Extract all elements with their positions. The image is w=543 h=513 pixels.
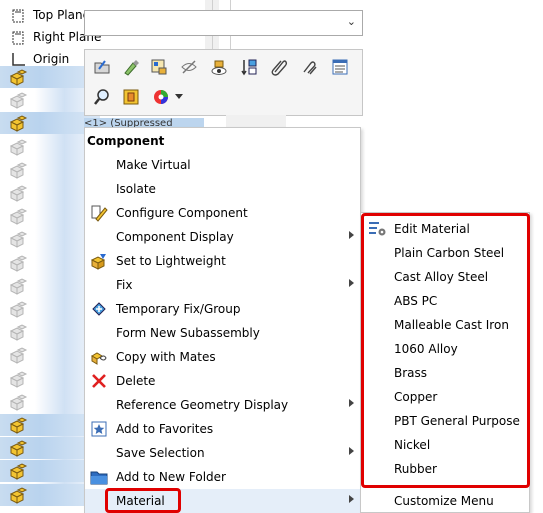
appearance-icon[interactable] — [149, 85, 173, 109]
part-icon — [9, 255, 28, 272]
context-toolbar — [84, 49, 363, 116]
part-icon — [9, 487, 28, 504]
submenu-highlight-box — [361, 213, 530, 488]
configure-component-icon — [90, 204, 108, 222]
part-icon — [9, 92, 28, 109]
menu-item-add-to-new-folder[interactable]: Add to New Folder — [85, 465, 360, 489]
menu-item-save-selection[interactable]: Save Selection — [85, 441, 360, 465]
favorites-icon — [90, 420, 108, 438]
menu-item-make-virtual[interactable]: Make Virtual — [85, 153, 360, 177]
menu-item-label: Set to Lightweight — [116, 254, 226, 268]
part-icon — [9, 440, 28, 457]
tree-item-label: Top Plane — [33, 8, 90, 22]
menu-item-form-new-subassembly[interactable]: Form New Subassembly — [85, 321, 360, 345]
menu-item-label: Isolate — [116, 182, 156, 196]
part-icon — [9, 139, 28, 156]
menu-item-component-display[interactable]: Component Display — [85, 225, 360, 249]
background-panel — [226, 115, 286, 127]
folder-icon — [90, 468, 108, 486]
menu-item-label: Add to Favorites — [116, 422, 214, 436]
part-icon — [9, 463, 28, 481]
menu-item-label: Component Display — [116, 230, 234, 244]
menu-item-label: Temporary Fix/Group — [116, 302, 241, 316]
menu-item-temporary-fix-group[interactable]: Temporary Fix/Group — [85, 297, 360, 321]
part-icon — [9, 417, 28, 434]
submenu-arrow-icon — [349, 399, 354, 407]
hide-icon[interactable] — [177, 55, 201, 79]
menu-item-label: Reference Geometry Display — [116, 398, 289, 412]
dropdown-arrow-icon[interactable] — [173, 85, 185, 109]
lightweight-icon — [90, 252, 108, 270]
submenu-arrow-icon — [349, 447, 354, 455]
suppress-icon[interactable] — [237, 55, 261, 79]
part-icon — [9, 69, 28, 86]
view-orientation-icon[interactable] — [119, 85, 143, 109]
menu-item-delete[interactable]: Delete — [85, 369, 360, 393]
submenu-arrow-icon — [349, 279, 354, 287]
menu-item-add-to-favorites[interactable]: Add to Favorites — [85, 417, 360, 441]
submenu-arrow-icon — [349, 495, 354, 503]
menu-item-label: Make Virtual — [116, 158, 191, 172]
copy-with-mates-icon — [90, 348, 108, 366]
chevron-down-icon[interactable]: ⌄ — [347, 15, 356, 28]
menu-item-label: Save Selection — [116, 446, 205, 460]
plane-icon — [12, 31, 24, 45]
temporary-fix-icon — [90, 300, 108, 318]
component-combo-box[interactable]: ⌄ — [84, 10, 363, 36]
part-icon — [9, 231, 28, 249]
background-panel — [362, 0, 543, 50]
menu-item-copy-with-mates[interactable]: Copy with Mates — [85, 345, 360, 369]
menu-item-isolate[interactable]: Isolate — [85, 177, 360, 201]
part-icon — [9, 394, 28, 411]
material-highlight-box — [105, 488, 181, 513]
menu-item-set-to-lightweight[interactable]: Set to Lightweight — [85, 249, 360, 273]
customize-menu-item[interactable]: Customize Menu — [361, 489, 529, 513]
part-icon — [9, 301, 28, 318]
menu-item-label: Add to New Folder — [116, 470, 226, 484]
part-icon — [9, 278, 28, 295]
menu-item-label: Form New Subassembly — [116, 326, 260, 340]
menu-item-label: Copy with Mates — [116, 350, 216, 364]
attach-icon[interactable] — [267, 55, 291, 79]
part-icon — [9, 347, 28, 365]
plane-icon — [12, 9, 24, 23]
list-icon[interactable] — [328, 55, 352, 79]
part-icon — [9, 162, 28, 179]
menu-item-reference-geometry-display[interactable]: Reference Geometry Display — [85, 393, 360, 417]
menu-item-fix[interactable]: Fix — [85, 273, 360, 297]
show-icon[interactable] — [207, 55, 231, 79]
delete-icon — [90, 372, 108, 390]
menu-item-label: Fix — [116, 278, 133, 292]
part-icon — [9, 371, 28, 388]
part-icon — [9, 185, 28, 202]
menu-item-label: Delete — [116, 374, 156, 388]
menu-item-configure-component[interactable]: Configure Component — [85, 201, 360, 225]
zoom-to-selection-icon[interactable] — [90, 85, 114, 109]
menu-item-label: Configure Component — [116, 206, 248, 220]
component-context-menu: Component Make Virtual Isolate Configure C… — [84, 127, 361, 513]
customize-menu-label: Customize Menu — [394, 494, 494, 508]
edit-part-icon[interactable] — [119, 55, 143, 79]
submenu-arrow-icon — [349, 231, 354, 239]
part-icon — [9, 324, 28, 341]
properties-icon[interactable] — [147, 55, 171, 79]
mates-icon[interactable] — [297, 55, 321, 79]
part-icon — [9, 208, 28, 225]
part-icon — [9, 115, 28, 133]
tree-item-label: Origin — [33, 52, 70, 66]
menu-header: Component — [87, 134, 165, 148]
open-part-icon[interactable] — [90, 55, 114, 79]
